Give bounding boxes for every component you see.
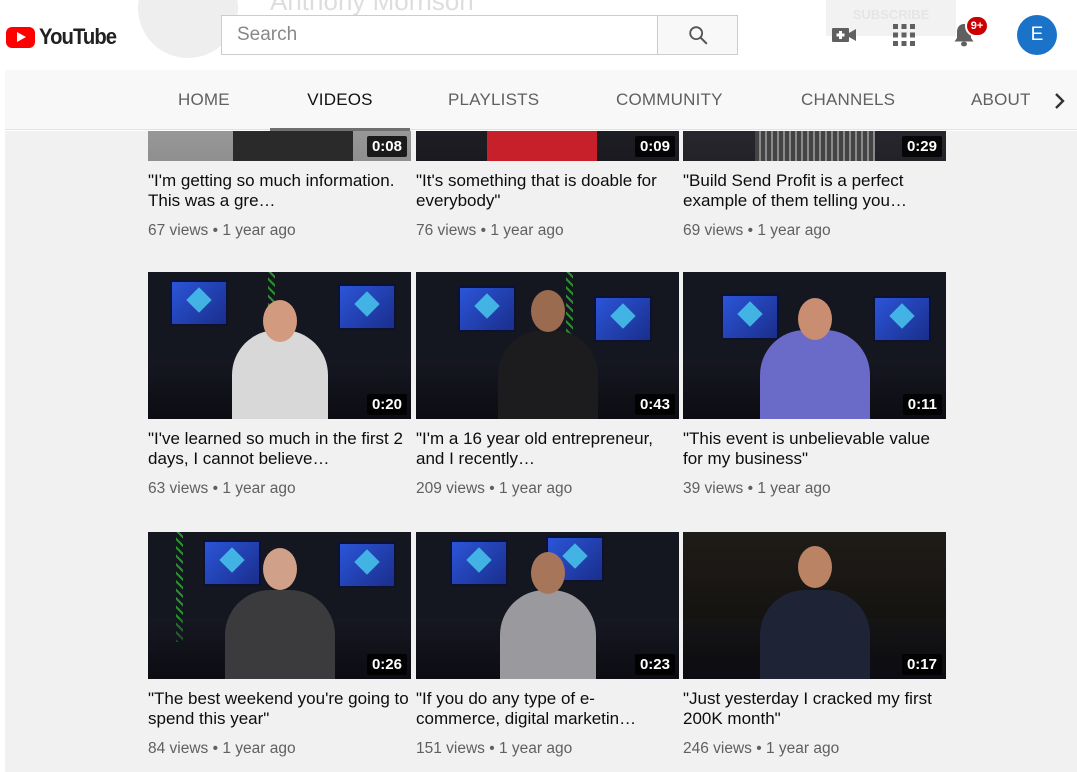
video-title[interactable]: "The best weekend you're going to spend … — [148, 689, 411, 729]
video-card[interactable]: 0:23 "If you do any type of e-commerce, … — [416, 532, 679, 758]
video-title[interactable]: "If you do any type of e-commerce, digit… — [416, 689, 679, 729]
video-title[interactable]: "I'm getting so much information. This w… — [148, 171, 411, 211]
video-thumbnail[interactable]: 0:29 — [683, 131, 946, 161]
video-meta: 84 views • 1 year ago — [148, 740, 296, 757]
video-title[interactable]: "This event is unbelievable value for my… — [683, 429, 946, 469]
youtube-logo[interactable]: YouTube — [6, 24, 123, 50]
video-thumbnail[interactable]: 0:20 — [148, 272, 411, 419]
view-count: 76 views — [416, 222, 477, 239]
video-meta: 209 views • 1 year ago — [416, 480, 573, 497]
video-duration: 0:09 — [634, 136, 675, 157]
create-video-button[interactable] — [830, 20, 858, 50]
video-duration: 0:08 — [366, 136, 407, 157]
upload-age: 1 year ago — [498, 740, 573, 757]
video-meta: 69 views • 1 year ago — [683, 222, 831, 239]
video-thumbnail[interactable]: 0:43 — [416, 272, 679, 419]
video-title[interactable]: "I've learned so much in the first 2 day… — [148, 429, 411, 469]
play-logo-icon — [6, 26, 35, 48]
tab-about-clip: ABOUT — [965, 70, 1037, 130]
video-thumbnail[interactable]: 0:17 — [683, 532, 946, 679]
video-card[interactable]: 0:11 "This event is unbelievable value f… — [683, 272, 946, 498]
video-card[interactable]: 0:43 "I'm a 16 year old entrepreneur, an… — [416, 272, 679, 498]
tab-playlists[interactable]: PLAYLISTS — [448, 70, 539, 130]
search-input[interactable] — [221, 15, 658, 55]
upload-age: 1 year ago — [222, 480, 296, 497]
tab-channels[interactable]: CHANNELS — [801, 70, 895, 130]
tab-about[interactable]: ABOUT — [971, 70, 1031, 130]
video-title[interactable]: "Build Send Profit is a perfect example … — [683, 171, 946, 211]
chevron-right-icon — [1055, 93, 1065, 109]
video-meta: 151 views • 1 year ago — [416, 740, 573, 757]
upload-age: 1 year ago — [757, 222, 831, 239]
video-title[interactable]: "I'm a 16 year old entrepreneur, and I r… — [416, 429, 679, 469]
video-meta: 76 views • 1 year ago — [416, 222, 564, 239]
video-card[interactable]: 0:29 "Build Send Profit is a perfect exa… — [683, 131, 946, 240]
view-count: 63 views — [148, 480, 209, 497]
upload-age: 1 year ago — [765, 740, 840, 757]
tab-home[interactable]: HOME — [178, 70, 230, 130]
apps-button[interactable] — [890, 20, 918, 50]
upload-age: 1 year ago — [222, 222, 296, 239]
video-meta: 246 views • 1 year ago — [683, 740, 840, 757]
video-card[interactable]: 0:09 "It's something that is doable for … — [416, 131, 679, 240]
view-count: 246 views — [683, 740, 752, 757]
upload-age: 1 year ago — [490, 222, 564, 239]
video-thumbnail[interactable]: 0:09 — [416, 131, 679, 161]
video-grid: 0:08 "I'm getting so much information. T… — [5, 131, 1077, 772]
video-thumbnail[interactable]: 0:26 — [148, 532, 411, 679]
view-count: 209 views — [416, 480, 485, 497]
video-thumbnail[interactable]: 0:11 — [683, 272, 946, 419]
video-meta: 39 views • 1 year ago — [683, 480, 831, 497]
video-duration: 0:26 — [366, 654, 407, 675]
view-count: 67 views — [148, 222, 209, 239]
video-thumbnail[interactable]: 0:08 — [148, 131, 411, 161]
video-card[interactable]: 0:08 "I'm getting so much information. T… — [148, 131, 411, 240]
video-title[interactable]: "Just yesterday I cracked my first 200K … — [683, 689, 946, 729]
view-count: 69 views — [683, 222, 744, 239]
tab-community[interactable]: COMMUNITY — [616, 70, 723, 130]
video-duration: 0:43 — [634, 394, 675, 415]
channel-tabs: HOME VIDEOS PLAYLISTS COMMUNITY CHANNELS… — [5, 70, 1077, 131]
upload-age: 1 year ago — [222, 740, 296, 757]
upload-age: 1 year ago — [757, 480, 831, 497]
upload-age: 1 year ago — [498, 480, 573, 497]
video-card[interactable]: 0:17 "Just yesterday I cracked my first … — [683, 532, 946, 758]
avatar[interactable]: E — [1017, 15, 1057, 55]
video-duration: 0:29 — [901, 136, 942, 157]
video-duration: 0:20 — [366, 394, 407, 415]
video-duration: 0:11 — [902, 394, 942, 415]
video-meta: 63 views • 1 year ago — [148, 480, 296, 497]
create-video-icon — [832, 28, 856, 42]
tabs-scroll-next-button[interactable] — [1047, 88, 1073, 114]
logo-text: YouTube — [39, 24, 117, 49]
tab-videos[interactable]: VIDEOS — [270, 70, 410, 131]
apps-grid-icon — [893, 24, 915, 46]
video-title[interactable]: "It's something that is doable for every… — [416, 171, 679, 211]
video-duration: 0:23 — [634, 654, 675, 675]
video-card[interactable]: 0:26 "The best weekend you're going to s… — [148, 532, 411, 758]
video-duration: 0:17 — [901, 654, 942, 675]
masthead: Anthony Morrison SUBSCRIBE YouTube Searc… — [0, 0, 1077, 70]
view-count: 151 views — [416, 740, 485, 757]
search-button[interactable] — [657, 15, 738, 55]
video-card[interactable]: 0:20 "I've learned so much in the first … — [148, 272, 411, 498]
notification-badge: 9+ — [965, 15, 989, 37]
video-meta: 67 views • 1 year ago — [148, 222, 296, 239]
search-icon — [688, 26, 707, 45]
view-count: 84 views — [148, 740, 209, 757]
video-thumbnail[interactable]: 0:23 — [416, 532, 679, 679]
view-count: 39 views — [683, 480, 744, 497]
